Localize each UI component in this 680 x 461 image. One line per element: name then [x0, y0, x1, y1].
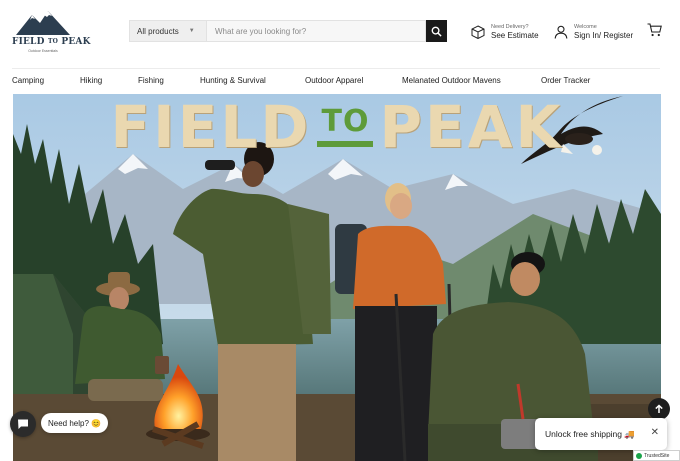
mountain-logo-icon [16, 11, 70, 35]
nav-divider [12, 68, 660, 69]
box-icon [471, 25, 485, 39]
nav-item-hunting-survival[interactable]: Hunting & Survival [200, 76, 266, 85]
search-icon [431, 26, 442, 37]
trusted-site-badge[interactable]: TrustedSite [633, 450, 680, 461]
cart-icon [647, 23, 662, 37]
main-nav: Camping Hiking Fishing Hunting & Surviva… [12, 76, 660, 88]
nav-item-melanated-outdoor-mavens[interactable]: Melanated Outdoor Mavens [402, 76, 501, 85]
nav-item-outdoor-apparel[interactable]: Outdoor Apparel [305, 76, 363, 85]
search-input[interactable] [206, 20, 426, 42]
close-icon[interactable]: ✕ [651, 427, 659, 438]
arrow-up-icon [655, 404, 663, 413]
account-link[interactable]: Welcome Sign In/ Register [554, 20, 633, 44]
free-shipping-toast[interactable]: Unlock free shipping 🚚 ✕ [535, 418, 667, 450]
search-button[interactable] [426, 20, 447, 42]
user-icon [554, 25, 568, 39]
cart-button[interactable] [647, 23, 662, 42]
delivery-action: See Estimate [491, 30, 539, 40]
check-icon [636, 452, 642, 459]
hero-title-left: FIELD [110, 94, 312, 161]
brand-tagline: Outdoor Essentials [28, 49, 58, 53]
free-shipping-label: Unlock free shipping 🚚 [545, 428, 635, 439]
category-select[interactable]: All products ▼ [129, 20, 206, 42]
chat-prompt[interactable]: Need help? 😊 [41, 413, 109, 433]
search-bar: All products ▼ [129, 20, 447, 42]
brand-logo[interactable]: FIELD TO PEAK Outdoor Essentials [12, 9, 91, 55]
nav-item-hiking[interactable]: Hiking [80, 76, 102, 85]
hero-banner[interactable]: FIELD TO PEAK [13, 94, 661, 461]
nav-item-order-tracker[interactable]: Order Tracker [541, 76, 590, 85]
nav-item-fishing[interactable]: Fishing [138, 76, 164, 85]
brand-name: FIELD TO PEAK [12, 37, 91, 47]
chat-icon [18, 419, 28, 429]
hero-title-underline [317, 141, 374, 147]
scroll-top-button[interactable] [648, 398, 670, 420]
hero-title-right: PEAK [379, 94, 564, 161]
chevron-down-icon: ▼ [188, 28, 195, 34]
delivery-estimate-link[interactable]: Need Delivery? See Estimate [471, 20, 539, 44]
hero-title-mid: TO [321, 104, 370, 139]
nav-item-camping[interactable]: Camping [12, 76, 44, 85]
chat-button[interactable] [10, 411, 36, 437]
hero-title: FIELD TO PEAK [13, 94, 661, 161]
trusted-site-label: TrustedSite [644, 452, 670, 459]
hero-title-mid-block: TO [317, 104, 374, 147]
sign-in-label: Sign In/ Register [574, 30, 634, 40]
category-select-label: All products [137, 26, 179, 36]
